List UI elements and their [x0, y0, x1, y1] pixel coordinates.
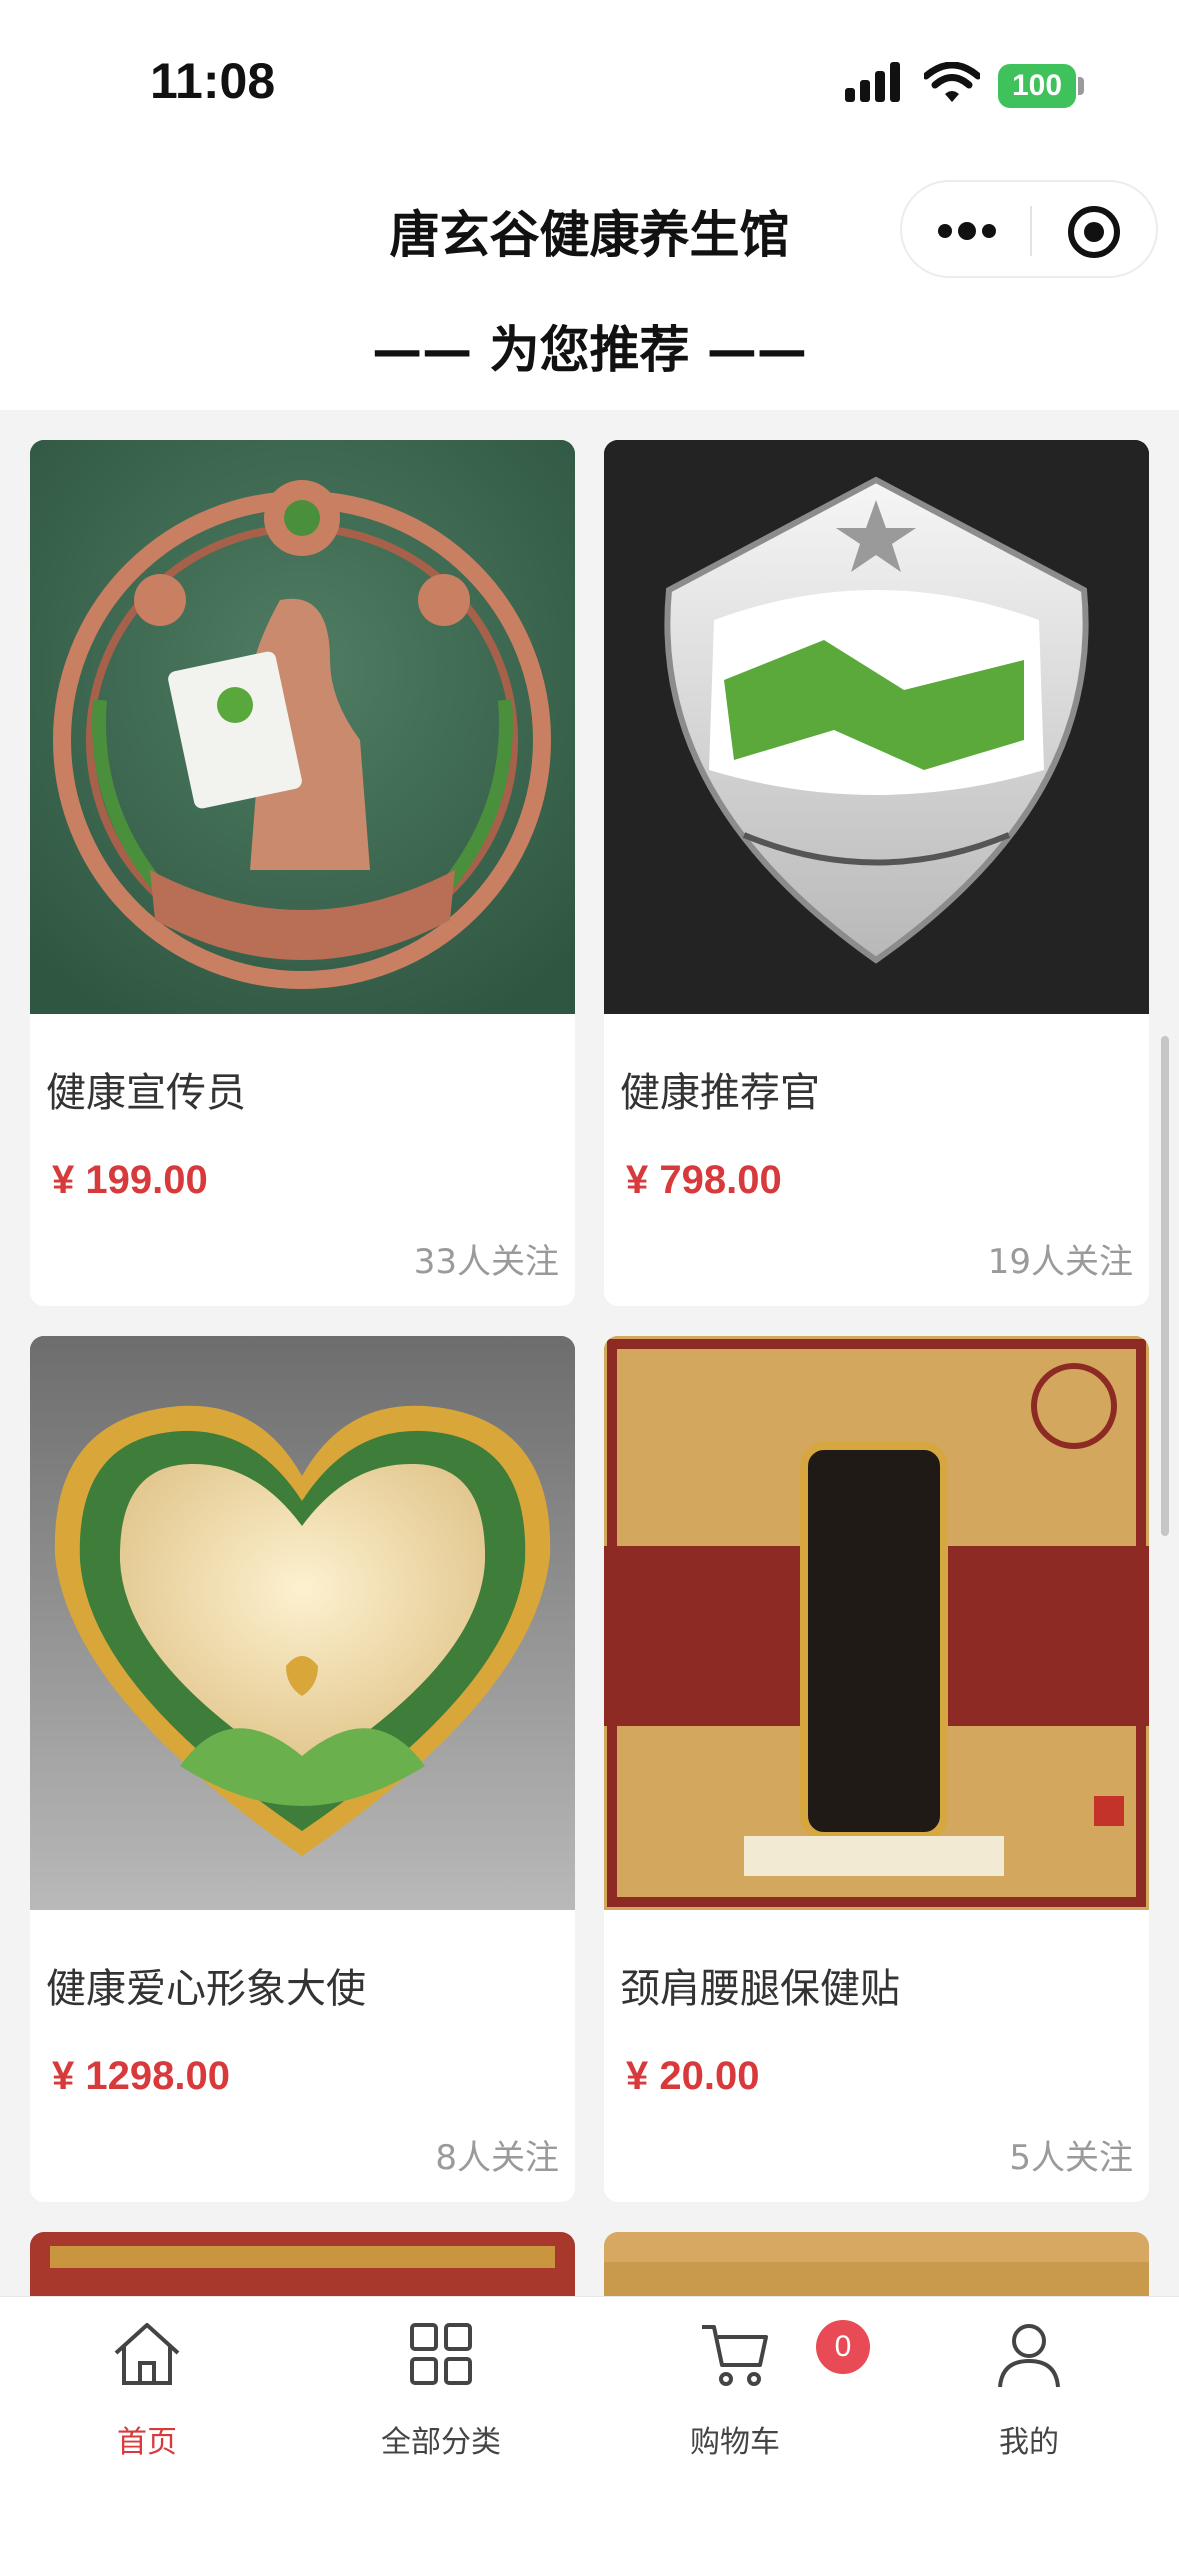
battery-indicator: 100	[998, 64, 1076, 108]
battery-nub	[1078, 77, 1084, 95]
bottom-tab-bar: 首页 全部分类 购物车 我的	[0, 2296, 1179, 2556]
product-image[interactable]	[30, 1336, 575, 1910]
tab-categories[interactable]: 全部分类	[294, 2297, 588, 2497]
close-target-icon[interactable]	[1066, 204, 1122, 260]
wifi-icon	[924, 62, 980, 102]
product-price: ¥ 20.00	[626, 2054, 760, 2098]
product-name: 健康爱心形象大使	[46, 1966, 366, 2012]
scrollbar[interactable]	[1161, 1036, 1169, 1536]
title-bar: 唐玄谷健康养生馆 —— 为您推荐 ——	[0, 170, 1179, 410]
product-card[interactable]: 颈肩腰腿保健贴 ¥ 20.00 5人关注	[604, 1336, 1149, 2202]
capsule-divider	[1030, 206, 1032, 256]
product-card[interactable]: 健康推荐官 ¥ 798.00 19人关注	[604, 440, 1149, 1306]
product-image[interactable]	[30, 440, 575, 1014]
badge-illustration	[30, 440, 575, 1014]
product-card[interactable]: 健康爱心形象大使 ¥ 1298.00 8人关注	[30, 1336, 575, 2202]
user-icon	[998, 2324, 1060, 2388]
partial-image-band	[50, 2246, 555, 2268]
shield-illustration	[604, 440, 1149, 1014]
cart-icon	[702, 2325, 768, 2386]
tab-home[interactable]: 首页	[0, 2297, 294, 2497]
product-image[interactable]	[604, 440, 1149, 1014]
section-heading: —— 为您推荐 ——	[372, 321, 807, 379]
grid-icon	[410, 2323, 472, 2385]
home-icon	[114, 2323, 180, 2385]
product-name: 颈肩腰腿保健贴	[620, 1966, 900, 2012]
product-followers: 19人关注	[987, 1242, 1133, 1282]
signal-icon	[845, 62, 900, 102]
tab-profile[interactable]: 我的	[882, 2297, 1176, 2497]
product-image[interactable]	[604, 1336, 1149, 1910]
plaster-package-illustration	[604, 1336, 1149, 1910]
heart-badge-illustration	[30, 1336, 575, 1910]
tab-cart-label: 购物车	[690, 2425, 780, 2460]
more-dots-icon[interactable]	[936, 217, 998, 245]
cart-count-badge: 0	[816, 2320, 870, 2374]
product-price: ¥ 1298.00	[52, 2054, 230, 2098]
product-followers: 33人关注	[413, 1242, 559, 1282]
tab-profile-label: 我的	[999, 2425, 1059, 2460]
product-followers: 8人关注	[435, 2138, 559, 2178]
product-price: ¥ 798.00	[626, 1158, 782, 1202]
tab-categories-label: 全部分类	[381, 2425, 501, 2460]
tab-home-label: 首页	[117, 2425, 177, 2460]
product-name: 健康推荐官	[620, 1070, 820, 1116]
status-time: 11:08	[150, 53, 276, 109]
product-name: 健康宣传员	[46, 1070, 246, 1116]
mini-program-capsule	[900, 180, 1158, 278]
product-price: ¥ 199.00	[52, 1158, 208, 1202]
product-card[interactable]: 健康宣传员 ¥ 199.00 33人关注	[30, 440, 575, 1306]
status-bar: 11:08 100	[0, 0, 1179, 170]
product-followers: 5人关注	[1009, 2138, 1133, 2178]
